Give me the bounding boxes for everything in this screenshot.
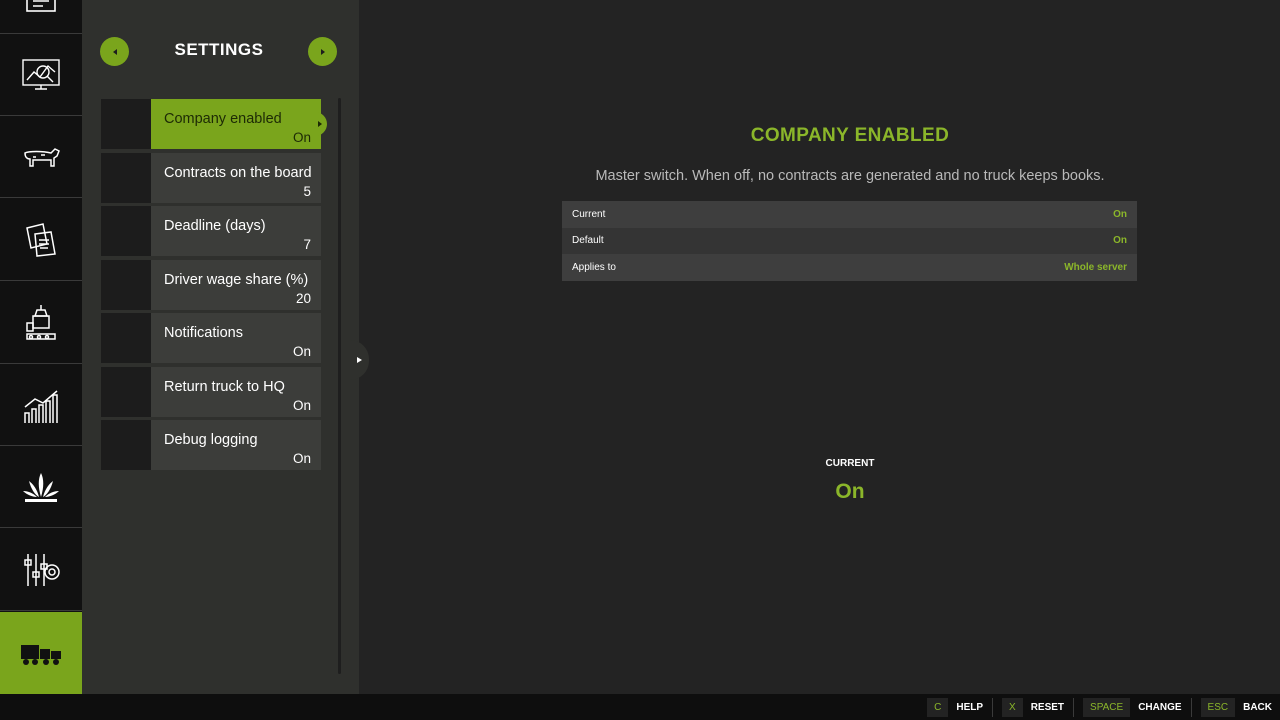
animals-icon	[24, 147, 60, 167]
statistics-icon	[24, 389, 58, 423]
rail-item-animals[interactable]	[0, 116, 82, 198]
reset-hint[interactable]: X RESET	[1002, 698, 1064, 717]
detail-title: COMPANY ENABLED	[750, 125, 950, 146]
setting-label: Company enabled	[164, 111, 282, 127]
previous-page-button[interactable]	[100, 37, 129, 66]
settings-header: SETTINGS	[82, 30, 359, 74]
setting-label: Deadline (days)	[164, 218, 266, 234]
collapse-panel-button[interactable]	[350, 340, 369, 380]
current-value: On	[835, 480, 865, 503]
contracts-icon	[26, 222, 56, 257]
info-row-applies-to: Applies to Whole server	[562, 254, 1137, 281]
chevron-left-icon	[112, 48, 117, 55]
detail-info-table: Current On Default On Applies to Whole s…	[562, 201, 1137, 281]
rail-item-contracts[interactable]	[0, 199, 82, 281]
setting-notifications[interactable]: Notifications On	[101, 313, 321, 363]
info-value: On	[1113, 235, 1127, 247]
info-key: Current	[572, 208, 606, 220]
help-hint[interactable]: C HELP	[927, 698, 983, 717]
hint-divider	[1073, 698, 1075, 717]
setting-value: On	[292, 451, 311, 466]
setting-value: 20	[295, 290, 311, 306]
rail-item-crops[interactable]	[0, 446, 82, 528]
setting-return-truck-to-hq[interactable]: Return truck to HQ On	[101, 366, 321, 417]
change-hint[interactable]: SPACE CHANGE	[1083, 698, 1182, 717]
setting-label: Return truck to HQ	[164, 378, 285, 395]
setting-icon-slot	[101, 420, 151, 470]
map-icon	[26, 0, 56, 12]
setting-value: 5	[303, 183, 311, 199]
setting-company-enabled[interactable]: Company enabled On	[101, 99, 327, 149]
current-value-label: CURRENT	[825, 458, 875, 469]
rail-item-statistics[interactable]	[0, 364, 82, 446]
settings-scrollbar[interactable]	[338, 98, 341, 674]
info-key: Default	[572, 235, 604, 247]
rail-item-settings[interactable]	[0, 529, 82, 611]
setting-contracts-on-board[interactable]: Contracts on the board 5	[101, 152, 321, 203]
hint-divider	[1190, 698, 1192, 717]
rail-item-analytics[interactable]	[0, 34, 82, 116]
hint-action: BACK	[1243, 702, 1272, 713]
setting-value: 7	[303, 237, 311, 252]
setting-icon-slot	[101, 259, 151, 310]
setting-label: Notifications	[164, 325, 243, 341]
truck-icon	[21, 645, 61, 665]
setting-value: On	[292, 397, 311, 413]
hint-action: CHANGE	[1138, 702, 1182, 713]
chevron-right-icon	[320, 48, 325, 55]
back-hint[interactable]: ESC BACK	[1200, 698, 1272, 717]
setting-detail: COMPANY ENABLED Master switch. When off,…	[370, 0, 1280, 694]
app-root: SETTINGS Company enabled On Contracts on…	[0, 0, 1280, 720]
analytics-icon	[22, 58, 60, 90]
rail-item-company[interactable]	[0, 612, 88, 694]
setting-label: Debug logging	[164, 432, 258, 448]
setting-value: On	[292, 130, 311, 145]
production-icon	[26, 304, 56, 340]
settings-sliders-icon	[24, 553, 60, 586]
next-page-button[interactable]	[308, 37, 337, 66]
setting-deadline-days[interactable]: Deadline (days) 7	[101, 206, 321, 256]
hint-divider	[992, 698, 994, 717]
key-badge: SPACE	[1083, 698, 1131, 717]
key-badge: ESC	[1200, 698, 1236, 717]
setting-icon-slot	[101, 313, 151, 363]
setting-label: Driver wage share (%)	[164, 271, 309, 288]
key-badge: C	[927, 698, 949, 717]
settings-list: Company enabled On Contracts on the boar…	[101, 99, 327, 474]
setting-value: On	[292, 344, 311, 359]
detail-description: Master switch. When off, no contracts ar…	[595, 168, 1105, 184]
rail-item-map[interactable]	[0, 0, 82, 34]
setting-icon-slot	[101, 206, 151, 256]
settings-panel: SETTINGS Company enabled On Contracts on…	[82, 0, 359, 694]
rail-item-production[interactable]	[0, 282, 82, 364]
info-row-current: Current On	[562, 201, 1137, 228]
setting-driver-wage-share[interactable]: Driver wage share (%) 20	[101, 259, 321, 310]
input-hint-bar: C HELP X RESET SPACE CHANGE ESC BACK	[0, 694, 1280, 720]
info-row-default: Default On	[562, 227, 1137, 254]
setting-icon-slot	[101, 99, 151, 149]
info-key: Applies to	[572, 261, 616, 273]
setting-icon-slot	[101, 152, 151, 203]
info-value: Whole server	[1064, 261, 1127, 273]
key-badge: X	[1002, 698, 1023, 717]
hint-action: RESET	[1030, 702, 1065, 713]
setting-debug-logging[interactable]: Debug logging On	[101, 420, 321, 470]
chevron-right-icon	[357, 357, 362, 363]
setting-label: Contracts on the board	[164, 164, 312, 181]
info-value: On	[1113, 208, 1127, 220]
crops-icon	[23, 472, 59, 502]
settings-title: SETTINGS	[174, 40, 264, 59]
hint-action: HELP	[956, 702, 984, 713]
category-rail	[0, 0, 88, 694]
setting-icon-slot	[101, 366, 151, 417]
